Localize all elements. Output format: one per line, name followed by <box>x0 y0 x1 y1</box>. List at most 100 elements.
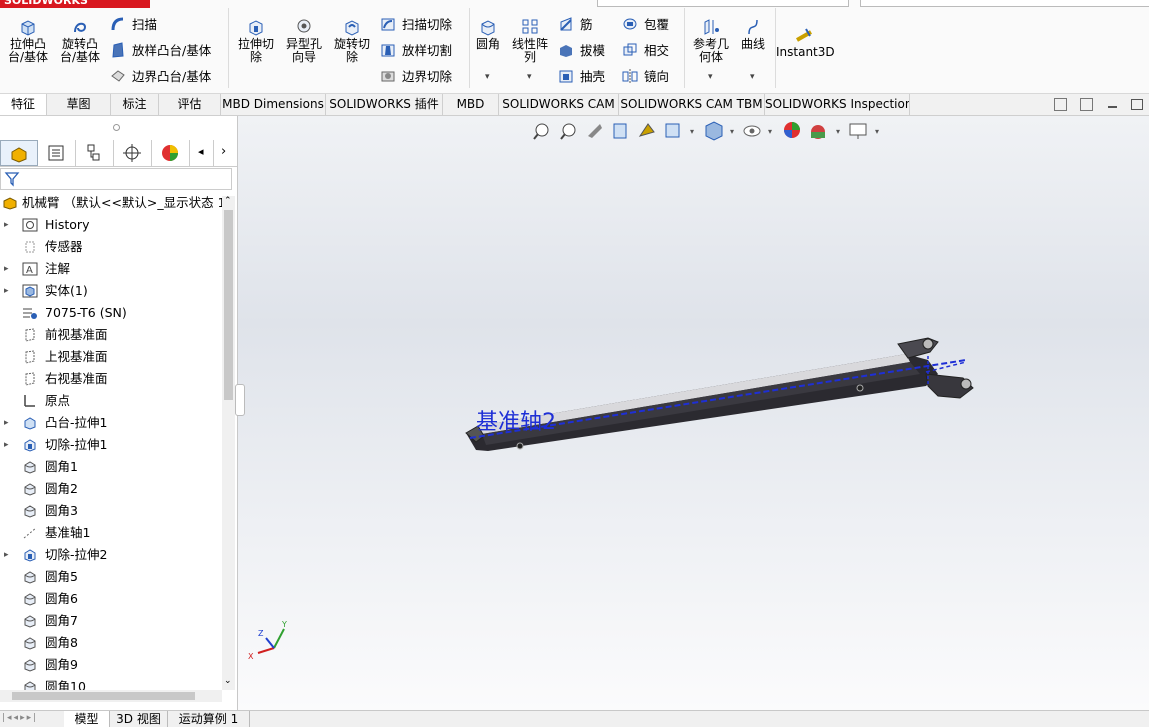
feature-tree-tab[interactable] <box>0 140 38 166</box>
tab-features[interactable]: 特征 <box>0 94 47 115</box>
fillet-dropdown-arrow[interactable]: ▾ <box>485 72 490 82</box>
property-manager-tab[interactable] <box>38 140 76 166</box>
lofted-cut-button[interactable]: 放样切割 <box>380 42 452 60</box>
datum-axis-label[interactable]: 基准轴2 <box>476 410 556 435</box>
mirror-button[interactable]: 镜向 <box>622 68 669 86</box>
swept-cut-icon <box>381 18 395 31</box>
loft-boss-button[interactable]: 放样凸台/基体 <box>110 42 211 60</box>
previous-view-icon[interactable] <box>588 124 602 138</box>
tab-model[interactable]: 模型 <box>64 711 110 727</box>
wrap-button[interactable]: 包覆 <box>622 16 669 34</box>
tab-solidworks-addins[interactable]: SOLIDWORKS 插件 <box>326 94 443 115</box>
tab-motion-study[interactable]: 运动算例 1 <box>168 711 250 727</box>
instant3d-icon <box>796 28 812 42</box>
swept-cut-button[interactable]: 扫描切除 <box>380 16 452 34</box>
tab-evaluate[interactable]: 评估 <box>159 94 221 115</box>
tile-left-icon[interactable] <box>1054 98 1067 111</box>
tree-item-label: 凸台-拉伸1 <box>45 415 108 430</box>
reference-geometry-dropdown-arrow[interactable]: ▾ <box>708 72 713 82</box>
boundary-boss-button[interactable]: 边界凸台/基体 <box>110 68 211 86</box>
tab-solidworks-inspection[interactable]: SOLIDWORKS Inspection <box>765 94 910 115</box>
configuration-manager-tab[interactable] <box>76 140 114 166</box>
sensor-icon <box>25 241 35 253</box>
scroll-up-arrow[interactable]: ⌃ <box>224 196 232 206</box>
fillet-label: 圆角 <box>475 37 500 51</box>
scroll-down-arrow[interactable]: ⌄ <box>224 676 232 686</box>
expand-arrow-icon[interactable]: ▸ <box>4 214 9 236</box>
sweep-button[interactable]: 扫描 <box>110 16 157 34</box>
hole-wizard-button[interactable]: 异型孔 向导 <box>278 18 330 64</box>
revolve-cut-button[interactable]: 旋转切 除 <box>326 18 378 64</box>
lofted-cut-label: 放样切割 <box>402 43 453 58</box>
dimxpert-tab[interactable] <box>114 140 152 166</box>
expand-arrow-icon[interactable]: ▸ <box>4 412 9 434</box>
view-settings-icon[interactable] <box>849 123 867 139</box>
tree-scroll-thumb[interactable] <box>224 210 233 400</box>
restore-icon[interactable] <box>1131 99 1143 110</box>
triad-z-label: Z <box>258 629 264 638</box>
zoom-to-fit-icon[interactable] <box>533 123 549 140</box>
edit-appearance-icon[interactable] <box>784 122 800 138</box>
feature-tree-icon <box>11 147 27 163</box>
filter-icon <box>4 172 20 187</box>
tab-3d-view[interactable]: 3D 视图 <box>110 711 168 727</box>
intersect-button[interactable]: 相交 <box>622 42 669 60</box>
tab-sketch[interactable]: 草图 <box>47 94 111 115</box>
extrude-boss-button[interactable]: 拉伸凸 台/基体 <box>2 18 54 64</box>
display-style-icon[interactable] <box>705 121 723 141</box>
svg-text:▾: ▾ <box>730 127 734 136</box>
tile-right-icon[interactable] <box>1080 98 1093 111</box>
tree-item-label: 切除-拉伸2 <box>45 547 108 562</box>
tab-mbd[interactable]: MBD <box>443 94 499 115</box>
tree-hscroll-thumb[interactable] <box>12 692 195 700</box>
expand-arrow-icon[interactable]: ▸ <box>4 544 9 566</box>
tree-item-label: 原点 <box>45 393 71 408</box>
tab-solidworks-cam-tbm[interactable]: SOLIDWORKS CAM TBM <box>619 94 765 115</box>
instant3d-label: Instant3D <box>776 45 835 59</box>
graphics-viewport[interactable]: ▾ ▾ ▾ ▾ ▾ 基准轴2 Y X Z <box>235 116 1149 710</box>
expand-arrow-icon[interactable]: ▸ <box>4 280 9 302</box>
extrude-cut-button[interactable]: 拉伸切 除 <box>230 18 282 64</box>
panel-grip-icon[interactable] <box>113 124 120 131</box>
tabs-scroll-left-button[interactable]: ◂ <box>190 140 214 166</box>
rib-button[interactable]: 筋 <box>558 16 593 34</box>
minimize-icon[interactable] <box>1108 106 1117 108</box>
tree-vertical-scrollbar[interactable]: ⌃ ⌄ <box>222 196 235 690</box>
boundary-cut-icon <box>381 71 395 82</box>
fillet-icon <box>24 571 36 584</box>
extrude-cut-icon <box>249 20 263 36</box>
boundary-cut-button[interactable]: 边界切除 <box>380 68 452 86</box>
expand-arrow-icon[interactable]: ▸ <box>4 258 9 280</box>
fillet-icon <box>24 637 36 650</box>
filter-bar[interactable] <box>0 168 232 190</box>
panel-collapse-handle[interactable] <box>235 384 245 416</box>
search-box-top[interactable] <box>597 0 849 7</box>
tab-nav-arrows[interactable]: |◂◂▸▸| <box>2 713 38 723</box>
section-view-icon[interactable] <box>613 123 627 139</box>
curves-button[interactable]: 曲线 <box>727 18 779 51</box>
shell-button[interactable]: 抽壳 <box>558 68 605 86</box>
curves-dropdown-arrow[interactable]: ▾ <box>750 72 755 82</box>
revolve-boss-button[interactable]: 旋转凸 台/基体 <box>54 18 106 64</box>
instant3d-button[interactable]: Instant3D <box>776 26 835 59</box>
linear-pattern-button[interactable]: 线性阵 列 <box>504 18 556 64</box>
curves-label: 曲线 <box>740 37 765 51</box>
tab-mbd-dimensions[interactable]: MBD Dimensions <box>221 94 326 115</box>
tabs-scroll-right-button[interactable]: › <box>214 140 237 166</box>
tree-item-label: 7075-T6 (SN) <box>45 305 127 320</box>
material-icon <box>23 308 37 319</box>
display-manager-tab[interactable] <box>152 140 190 166</box>
draft-button[interactable]: 拔模 <box>558 42 605 60</box>
tab-markup[interactable]: 标注 <box>111 94 159 115</box>
dynamic-annotation-icon[interactable] <box>638 123 655 137</box>
apply-scene-icon[interactable] <box>811 125 825 139</box>
origin-icon <box>24 395 35 407</box>
hide-show-items-icon[interactable] <box>743 125 761 137</box>
linear-pattern-dropdown-arrow[interactable]: ▾ <box>527 72 532 82</box>
tree-horizontal-scrollbar[interactable] <box>0 690 222 702</box>
tab-solidworks-cam[interactable]: SOLIDWORKS CAM <box>499 94 619 115</box>
expand-arrow-icon[interactable]: ▸ <box>4 434 9 456</box>
view-orientation-icon[interactable] <box>665 123 680 138</box>
extrude-cut-label: 拉伸切 除 <box>237 37 274 64</box>
zoom-to-area-icon[interactable] <box>560 123 576 140</box>
